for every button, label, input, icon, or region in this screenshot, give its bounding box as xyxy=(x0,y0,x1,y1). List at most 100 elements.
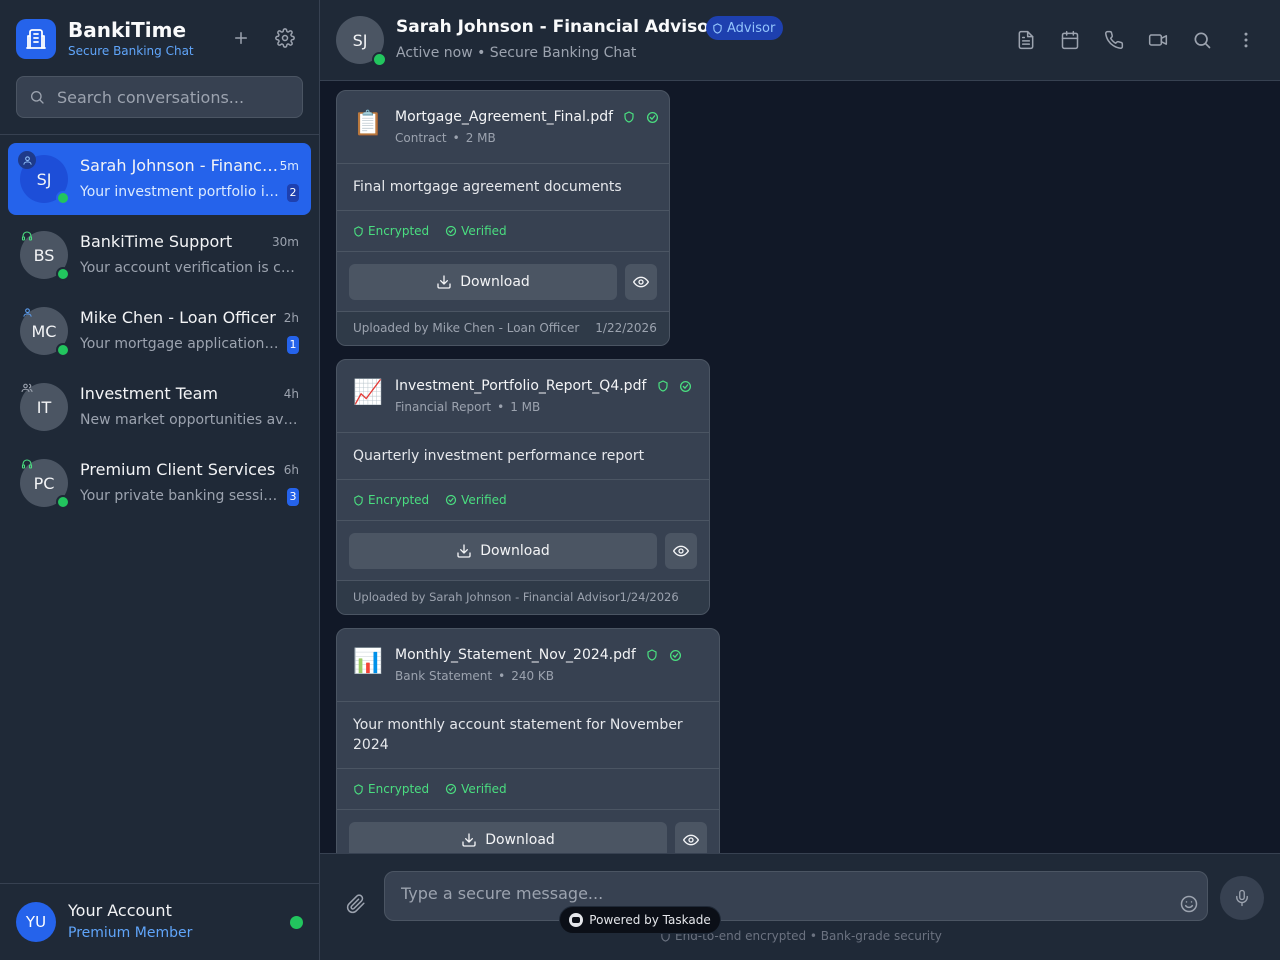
smile-icon xyxy=(1180,895,1198,913)
check-circle-icon xyxy=(446,783,457,795)
user-icon xyxy=(18,151,36,169)
brand-subtitle: Secure Banking Chat xyxy=(68,44,194,58)
shield-icon xyxy=(624,111,635,123)
chat-status: Active now • Secure Banking Chat xyxy=(396,45,637,61)
eye-icon xyxy=(633,276,649,288)
online-indicator xyxy=(56,495,70,509)
chat-title: Sarah Johnson - Financial Advisor xyxy=(396,17,718,37)
check-circle-icon xyxy=(646,111,658,123)
bar-chart-icon: 📊 xyxy=(353,647,383,675)
unread-badge: 2 xyxy=(287,184,299,202)
headset-icon xyxy=(18,455,36,473)
shield-icon xyxy=(354,225,363,237)
eye-icon xyxy=(673,545,689,557)
online-indicator xyxy=(56,267,70,281)
conversation-item[interactable]: MC Mike Chen - Loan Officer 2h Your mort… xyxy=(8,295,311,367)
eye-icon xyxy=(683,834,699,846)
call-button[interactable] xyxy=(1102,28,1126,52)
file-name: Mortgage_Agreement_Final.pdf xyxy=(395,109,659,125)
shield-icon xyxy=(647,649,657,661)
account-panel[interactable]: YU Your Account Premium Member xyxy=(0,883,319,960)
document-icon xyxy=(1018,30,1034,50)
conversation-item[interactable]: SJ Sarah Johnson - Financial Advisor 5m … xyxy=(8,143,311,215)
conversation-time: 2h xyxy=(283,311,299,325)
sidebar: BankiTime Secure Banking Chat SJ Sarah J… xyxy=(0,0,320,960)
account-tier: Premium Member xyxy=(68,925,193,941)
conversation-name: Investment Team xyxy=(80,384,218,403)
shield-icon xyxy=(713,22,722,34)
conversation-name: Mike Chen - Loan Officer xyxy=(80,308,276,327)
online-indicator xyxy=(290,916,303,929)
conversation-preview: New market opportunities available xyxy=(80,412,300,428)
brand-name: BankiTime xyxy=(68,18,187,42)
voice-message-button[interactable] xyxy=(1220,876,1264,920)
phone-icon xyxy=(1105,30,1124,49)
file-meta: Financial Report • 1 MB xyxy=(395,400,541,414)
message-list[interactable]: 📋 Mortgage_Agreement_Final.pdf Contract •… xyxy=(320,81,1280,853)
search-input[interactable] xyxy=(57,87,297,107)
conversation-item[interactable]: PC Premium Client Services 6h Your priva… xyxy=(8,447,311,519)
chat-header: SJ Sarah Johnson - Financial Advisor Adv… xyxy=(320,0,1280,81)
shield-icon xyxy=(354,494,363,506)
download-icon xyxy=(457,544,471,558)
download-button[interactable]: Download xyxy=(349,533,657,569)
security-status: Encrypted Verified xyxy=(337,480,709,521)
file-description: Quarterly investment performance report xyxy=(337,433,709,480)
preview-button[interactable] xyxy=(675,822,707,853)
security-status: Encrypted Verified xyxy=(337,211,669,252)
upload-info: Uploaded by Sarah Johnson - Financial Ad… xyxy=(337,581,709,614)
gear-icon xyxy=(275,28,295,48)
user-icon xyxy=(18,303,36,321)
file-meta: Contract • 2 MB xyxy=(395,131,496,145)
shield-icon xyxy=(354,783,363,795)
search-box xyxy=(16,76,303,118)
conversation-item[interactable]: IT Investment Team 4h New market opportu… xyxy=(8,371,311,443)
users-icon xyxy=(18,379,36,397)
calendar-icon xyxy=(1061,30,1079,50)
check-circle-icon xyxy=(446,494,457,506)
calendar-button[interactable] xyxy=(1058,28,1082,52)
file-card: 📈 Investment_Portfolio_Report_Q4.pdf Fin… xyxy=(336,359,710,615)
bank-logo-icon xyxy=(16,19,56,59)
shield-icon xyxy=(658,380,668,392)
check-circle-icon xyxy=(446,225,457,237)
avatar: YU xyxy=(16,902,56,942)
download-button[interactable]: Download xyxy=(349,264,617,300)
advisor-badge: Advisor xyxy=(706,16,784,40)
conversation-item[interactable]: BS BankiTime Support 30m Your account ve… xyxy=(8,219,311,291)
search-chat-button[interactable] xyxy=(1190,28,1214,52)
preview-button[interactable] xyxy=(625,264,657,300)
conversation-time: 30m xyxy=(272,235,299,249)
account-name: Your Account xyxy=(68,901,172,920)
more-options-button[interactable] xyxy=(1234,28,1258,52)
file-description: Your monthly account statement for Novem… xyxy=(337,702,719,769)
download-button[interactable]: Download xyxy=(349,822,667,853)
file-name: Monthly_Statement_Nov_2024.pdf xyxy=(395,647,682,663)
download-icon xyxy=(462,833,476,847)
security-status: Encrypted Verified xyxy=(337,769,719,810)
headset-icon xyxy=(18,227,36,245)
video-call-button[interactable] xyxy=(1146,28,1170,52)
file-name: Investment_Portfolio_Report_Q4.pdf xyxy=(395,378,692,394)
check-circle-icon xyxy=(680,380,692,392)
powered-by-badge[interactable]: Powered by Taskade xyxy=(559,906,721,934)
new-chat-button[interactable] xyxy=(227,24,255,52)
taskade-logo-icon xyxy=(569,913,584,927)
file-card: 📊 Monthly_Statement_Nov_2024.pdf Bank St… xyxy=(336,628,720,853)
message-composer: End-to-end encrypted • Bank-grade securi… xyxy=(320,853,1280,960)
preview-button[interactable] xyxy=(665,533,697,569)
video-icon xyxy=(1148,34,1168,46)
conversation-time: 5m xyxy=(279,159,299,173)
attach-button[interactable] xyxy=(344,892,368,916)
online-indicator xyxy=(56,191,70,205)
settings-button[interactable] xyxy=(271,24,299,52)
conversation-preview: Your investment portfolio is performing … xyxy=(80,184,280,200)
more-vertical-icon xyxy=(1244,32,1248,48)
conversation-time: 6h xyxy=(283,463,299,477)
emoji-button[interactable] xyxy=(1177,892,1201,916)
documents-button[interactable] xyxy=(1014,28,1038,52)
message-input[interactable] xyxy=(401,884,1161,903)
conversation-name: Premium Client Services xyxy=(80,460,276,479)
search-icon xyxy=(31,91,44,104)
online-indicator xyxy=(56,343,70,357)
